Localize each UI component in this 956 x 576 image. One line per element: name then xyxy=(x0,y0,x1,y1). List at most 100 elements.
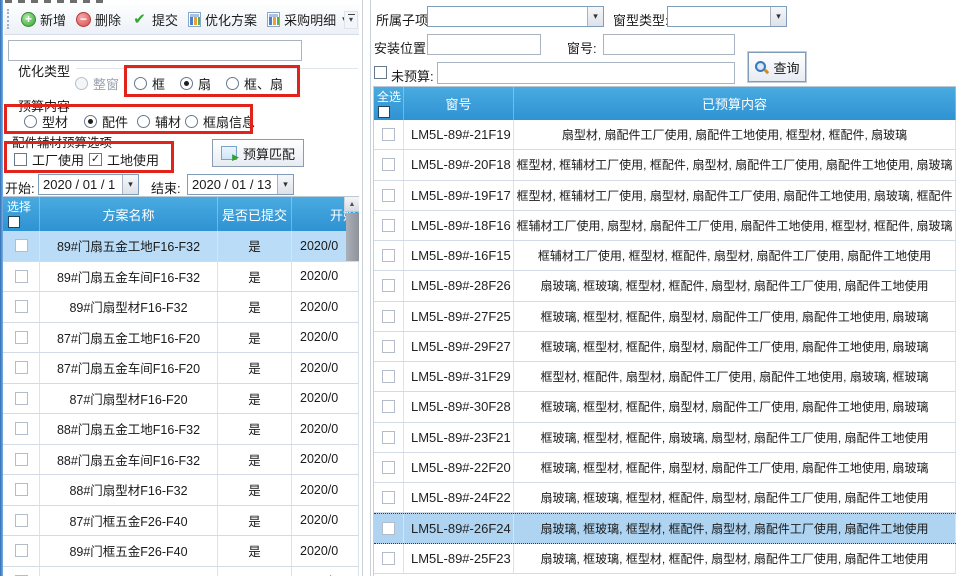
table-row[interactable]: 89#门扇型材F16-F32 是 2020/0 xyxy=(3,292,359,323)
radio-sash[interactable]: 扇 xyxy=(180,74,211,93)
select-column-header[interactable]: 选择 xyxy=(3,197,40,231)
table-row[interactable]: LM5L-89#-28F26 扇玻璃, 框玻璃, 框型材, 框配件, 扇型材, … xyxy=(374,271,956,301)
window-no-input[interactable] xyxy=(603,34,735,55)
row-checkbox[interactable] xyxy=(382,219,395,232)
checkbox-site-use[interactable]: 工地使用 xyxy=(89,150,159,169)
submitted-column-header[interactable]: 是否已提交 xyxy=(218,197,292,231)
chevron-down-icon[interactable]: ▾ xyxy=(277,175,293,194)
table-row[interactable]: LM5L-89#-16F15 框辅材工厂使用, 框型材, 框配件, 扇型材, 扇… xyxy=(374,241,956,271)
install-location-input[interactable] xyxy=(427,34,541,55)
row-checkbox[interactable] xyxy=(382,249,395,262)
plan-name-column-header[interactable]: 方案名称 xyxy=(40,197,218,231)
row-checkbox[interactable] xyxy=(15,453,28,466)
table-row[interactable]: 87#门扇五金工地F16-F20 是 2020/0 xyxy=(3,323,359,354)
panel-splitter[interactable] xyxy=(362,0,363,576)
row-checkbox[interactable] xyxy=(15,239,28,252)
window-type-combobox[interactable]: ▾ xyxy=(667,6,787,27)
row-checkbox[interactable] xyxy=(15,514,28,527)
window-no-column-header[interactable]: 窗号 xyxy=(404,87,514,120)
vertical-scrollbar[interactable]: ▲ xyxy=(344,197,359,212)
chevron-down-icon[interactable]: ▾ xyxy=(770,7,786,26)
start-date-picker[interactable]: 2020 / 01 / 1 ▾ xyxy=(38,174,139,195)
table-row[interactable]: 89#门框五金F26-F40 是 2020/0 xyxy=(3,536,359,567)
row-checkbox[interactable] xyxy=(382,370,395,383)
delete-button[interactable]: 删除 xyxy=(71,7,126,32)
table-row[interactable]: 87#门扇型材F16-F20 是 2020/0 xyxy=(3,384,359,415)
select-all-checkbox[interactable] xyxy=(8,216,20,228)
table-row[interactable]: LM5L-89#-22F20 框玻璃, 框型材, 框配件, 扇型材, 扇配件工厂… xyxy=(374,453,956,483)
radio-frame-sash-info[interactable]: 框扇信息 xyxy=(185,112,255,131)
row-checkbox[interactable] xyxy=(15,331,28,344)
table-row[interactable]: LM5L-89#-21F19 扇型材, 扇配件工厂使用, 扇配件工地使用, 框型… xyxy=(374,120,956,150)
row-checkbox[interactable] xyxy=(382,400,395,413)
end-date-picker[interactable]: 2020 / 01 / 13 ▾ xyxy=(187,174,294,195)
table-row[interactable]: LM5L-89#-25F23 扇玻璃, 框玻璃, 框型材, 框配件, 扇型材, … xyxy=(374,544,956,574)
row-checkbox[interactable] xyxy=(382,158,395,171)
budget-match-button[interactable]: 预算匹配 xyxy=(212,139,304,167)
table-row[interactable]: 88#门扇五金工地F16-F32 是 2020/0 xyxy=(3,414,359,445)
row-checkbox[interactable] xyxy=(382,461,395,474)
table-row[interactable]: LM5L-89#-31F29 框型材, 框配件, 扇型材, 扇配件工厂使用, 扇… xyxy=(374,362,956,392)
select-all-column-header[interactable]: 全选 xyxy=(374,87,404,120)
table-row[interactable]: 87#门扇五金车间F16-F20 是 2020/0 xyxy=(3,353,359,384)
chevron-down-icon[interactable]: ▾ xyxy=(587,7,603,26)
row-checkbox[interactable] xyxy=(382,340,395,353)
table-row[interactable]: LM5L-89#-20F18 框型材, 框辅材工厂使用, 框配件, 扇型材, 扇… xyxy=(374,150,956,180)
table-row[interactable]: LM5L-89#-19F17 框型材, 框辅材工厂使用, 扇型材, 扇配件工厂使… xyxy=(374,181,956,211)
panel-splitter[interactable] xyxy=(370,0,371,576)
radio-frame[interactable]: 框 xyxy=(134,74,165,93)
row-checkbox[interactable] xyxy=(382,431,395,444)
query-button[interactable]: 查询 xyxy=(748,52,806,82)
radio-whole-window[interactable]: 整窗 xyxy=(75,74,119,93)
radio-frame-sash[interactable]: 框、扇 xyxy=(226,74,283,93)
table-row[interactable]: LM5L-89#-27F25 框玻璃, 框型材, 框配件, 扇型材, 扇配件工厂… xyxy=(374,302,956,332)
table-row[interactable]: LM5L-89#-18F16 框辅材工厂使用, 扇型材, 扇配件工厂使用, 扇配… xyxy=(374,211,956,241)
toolbar-grip[interactable] xyxy=(7,9,10,29)
table-row[interactable]: LM5L-89#-23F21 框玻璃, 框型材, 框配件, 扇玻璃, 扇型材, … xyxy=(374,423,956,453)
chevron-down-icon[interactable]: ▾ xyxy=(122,175,138,194)
not-budgeted-checkbox[interactable] xyxy=(374,66,387,79)
table-row[interactable]: LM5L-89#-30F28 框玻璃, 框型材, 框配件, 扇型材, 扇配件工厂… xyxy=(374,392,956,422)
optimize-plan-button[interactable]: 优化方案 xyxy=(183,7,262,32)
radio-auxiliary[interactable]: 辅材 xyxy=(137,112,181,131)
table-row[interactable]: 87#门框五金F26-F40 是 2020/0 xyxy=(3,506,359,537)
not-budgeted-input[interactable] xyxy=(437,62,735,84)
radio-profile[interactable]: 型材 xyxy=(24,112,68,131)
sub-item-combobox[interactable]: ▾ xyxy=(427,6,604,27)
row-checkbox[interactable] xyxy=(15,270,28,283)
radio-accessory[interactable]: 配件 xyxy=(84,112,128,131)
checkbox-factory-use[interactable]: 工厂使用 xyxy=(14,150,84,169)
window-no-label: 窗号: xyxy=(567,38,597,57)
row-checkbox[interactable] xyxy=(382,128,395,141)
table-row[interactable]: 88#门扇五金车间F16-F32 是 2020/0 xyxy=(3,445,359,476)
row-checkbox[interactable] xyxy=(15,422,28,435)
table-row[interactable]: 89#门扇五金车间F16-F32 是 2020/0 xyxy=(3,262,359,293)
row-checkbox[interactable] xyxy=(382,279,395,292)
submit-button[interactable]: 提交 xyxy=(126,7,183,32)
plan-filter-input[interactable] xyxy=(8,40,302,61)
table-row[interactable]: 88#门扇型材F16-F32 是 2020/0 xyxy=(3,475,359,506)
table-row[interactable]: LM5L-89#-29F27 框玻璃, 框型材, 框配件, 扇型材, 扇配件工厂… xyxy=(374,332,956,362)
row-checkbox[interactable] xyxy=(382,552,395,565)
row-checkbox[interactable] xyxy=(382,189,395,202)
row-checkbox[interactable] xyxy=(382,491,395,504)
row-checkbox-cell xyxy=(374,362,404,391)
row-checkbox[interactable] xyxy=(15,483,28,496)
purchase-detail-button[interactable]: 采购明细 ▾ xyxy=(262,7,352,32)
scrollbar-thumb[interactable] xyxy=(346,213,359,261)
table-row[interactable]: LM5L-89#-24F22 扇玻璃, 框玻璃, 框型材, 框配件, 扇型材, … xyxy=(374,483,956,513)
select-all-checkbox[interactable] xyxy=(378,106,390,118)
row-checkbox[interactable] xyxy=(15,392,28,405)
budgeted-content-column-header[interactable]: 已预算内容 xyxy=(514,87,956,120)
table-row[interactable]: 88#门框五金F21-F40 是 2020/0 xyxy=(3,567,359,576)
row-checkbox[interactable] xyxy=(15,544,28,557)
row-checkbox[interactable] xyxy=(382,522,395,535)
toolbar-overflow-button[interactable]: ▾ xyxy=(344,11,358,29)
table-row-selected[interactable]: LM5L-89#-26F24 扇玻璃, 框玻璃, 框型材, 框配件, 扇型材, … xyxy=(374,513,956,543)
row-checkbox[interactable] xyxy=(15,300,28,313)
scroll-up-arrow-icon[interactable]: ▲ xyxy=(345,197,359,212)
row-checkbox[interactable] xyxy=(15,361,28,374)
add-button[interactable]: 新增 xyxy=(16,7,71,32)
row-checkbox[interactable] xyxy=(382,310,395,323)
table-row[interactable]: 89#门扇五金工地F16-F32 是 2020/0 xyxy=(3,231,359,262)
